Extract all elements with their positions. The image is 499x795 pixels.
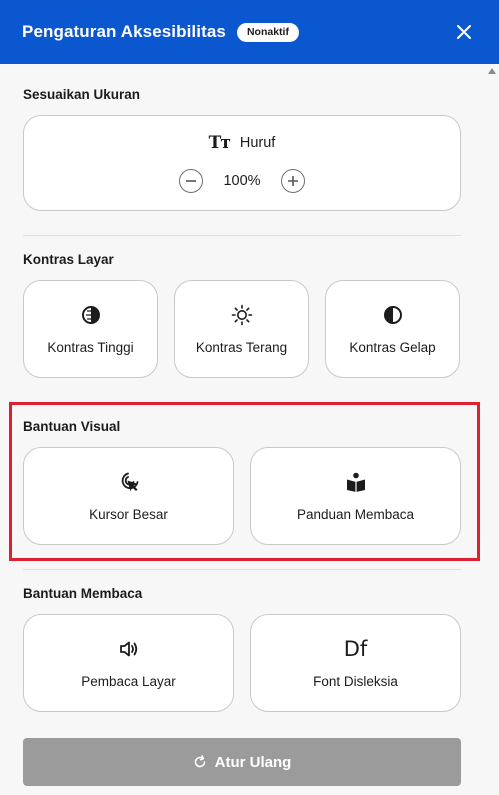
divider xyxy=(23,235,461,236)
screen-reader-label: Pembaca Layar xyxy=(81,673,176,689)
panel-title: Pengaturan Aksesibilitas xyxy=(22,22,226,41)
font-size-label: Huruf xyxy=(239,135,276,151)
dyslexia-font-label: Font Disleksia xyxy=(313,673,398,689)
font-size-card: Tт Huruf 100% xyxy=(23,115,461,211)
section-label-size: Sesuaikan Ukuran xyxy=(23,87,141,102)
decrease-font-button[interactable] xyxy=(179,169,204,193)
speaker-icon xyxy=(119,641,137,656)
book-reader-icon xyxy=(346,472,365,492)
light-contrast-label: Kontras Terang xyxy=(195,339,288,355)
minus-icon xyxy=(186,180,197,182)
text-size-icon: Tт xyxy=(208,133,231,153)
reading-guide-button[interactable]: Panduan Membaca xyxy=(250,447,461,545)
status-badge: Nonaktif xyxy=(236,22,299,42)
section-label-visual: Bantuan Visual xyxy=(23,419,121,434)
high-contrast-icon-wrap xyxy=(81,304,101,326)
close-icon xyxy=(457,25,471,39)
cursor-icon xyxy=(121,472,138,491)
increase-font-button[interactable] xyxy=(280,169,305,193)
section-label-contrast: Kontras Layar xyxy=(23,252,114,267)
large-cursor-label: Kursor Besar xyxy=(89,506,168,522)
cursor-icon-wrap xyxy=(118,471,140,493)
light-contrast-button[interactable]: Kontras Terang xyxy=(174,280,309,378)
book-reader-icon-wrap xyxy=(345,471,367,493)
dyslexia-font-button[interactable]: Df Font Disleksia xyxy=(250,614,461,712)
section-label-reading: Bantuan Membaca xyxy=(23,586,143,601)
high-contrast-label: Kontras Tinggi xyxy=(47,339,134,355)
screen-reader-button[interactable]: Pembaca Layar xyxy=(23,614,234,712)
high-contrast-button[interactable]: Kontras Tinggi xyxy=(23,280,158,378)
reset-button[interactable]: Atur Ulang xyxy=(23,738,461,786)
dark-contrast-icon-wrap xyxy=(383,304,403,326)
refresh-icon xyxy=(194,755,205,768)
scroll-up-arrow[interactable] xyxy=(488,68,496,74)
dark-contrast-label: Kontras Gelap xyxy=(349,339,436,355)
font-size-stepper: 100% xyxy=(179,169,305,193)
dark-contrast-icon xyxy=(383,305,402,324)
high-contrast-icon xyxy=(81,305,100,324)
panel-header: Pengaturan Aksesibilitas Nonaktif xyxy=(0,0,499,64)
large-cursor-button[interactable]: Kursor Besar xyxy=(23,447,234,545)
dyslexia-font-icon-wrap: Df xyxy=(343,636,368,661)
plus-icon xyxy=(287,176,298,186)
reading-guide-label: Panduan Membaca xyxy=(296,506,415,522)
close-button[interactable] xyxy=(453,21,475,43)
divider xyxy=(23,569,461,570)
font-size-title-row: Tт Huruf xyxy=(209,133,276,153)
sun-icon-wrap xyxy=(231,304,253,326)
speaker-icon-wrap xyxy=(119,638,139,660)
dyslexia-font-icon: Df xyxy=(343,636,368,661)
zoom-value: 100% xyxy=(223,173,261,189)
sun-icon xyxy=(231,304,252,325)
dark-contrast-button[interactable]: Kontras Gelap xyxy=(325,280,460,378)
reset-label: Atur Ulang xyxy=(214,753,292,771)
